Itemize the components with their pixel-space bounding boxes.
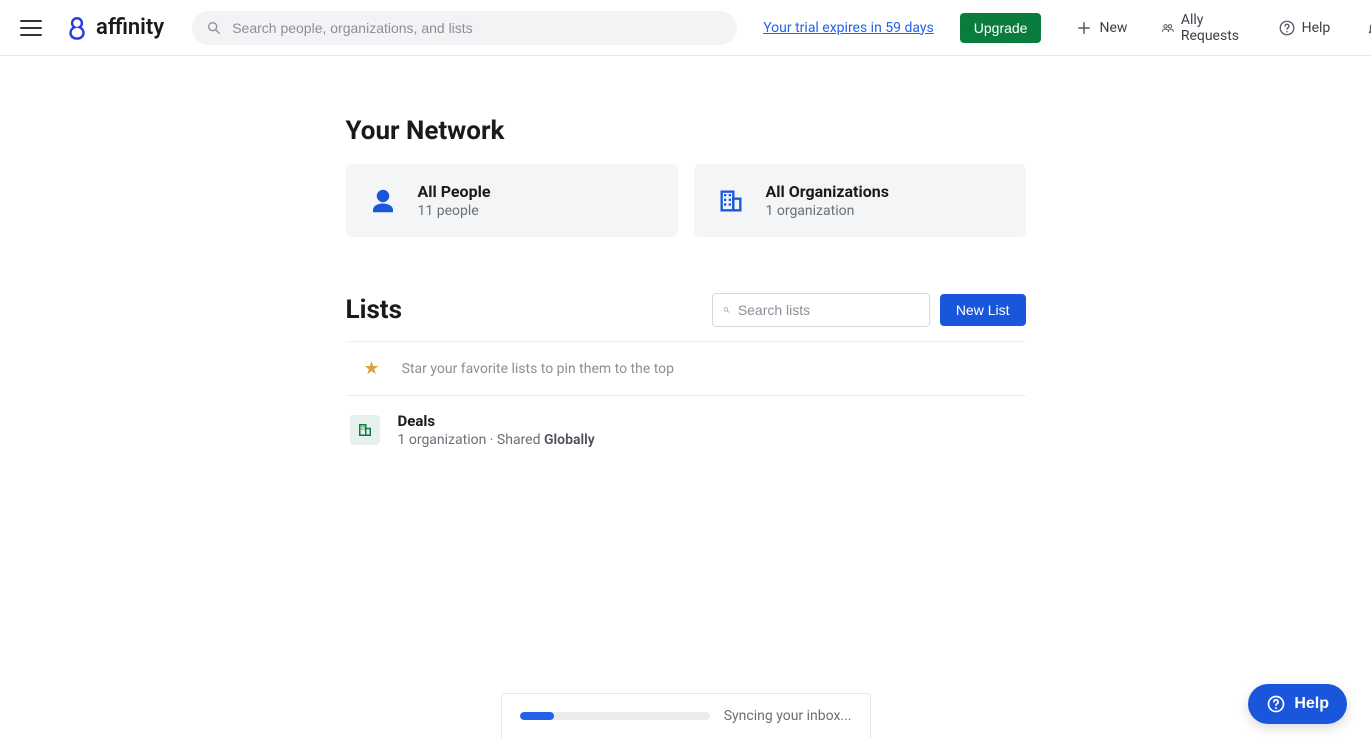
global-search-input[interactable]	[232, 20, 723, 36]
all-people-card[interactable]: All People 11 people	[346, 164, 678, 237]
notifications-button[interactable]	[1366, 19, 1371, 37]
building-icon	[714, 184, 748, 218]
sync-progress	[520, 712, 710, 720]
help-fab-label: Help	[1294, 695, 1329, 713]
brand-logo[interactable]: affinity	[64, 15, 164, 41]
star-icon: ★	[364, 358, 380, 379]
sync-status-text: Syncing your inbox...	[724, 708, 852, 724]
list-subtitle: 1 organization · Shared Globally	[398, 432, 595, 448]
plus-icon	[1075, 19, 1093, 37]
list-icon	[350, 415, 380, 445]
list-row-deals[interactable]: Deals 1 organization · Shared Globally	[346, 396, 1026, 464]
global-search[interactable]	[192, 11, 737, 45]
all-organizations-subtitle: 1 organization	[766, 203, 889, 219]
ally-requests-button[interactable]: Ally Requests	[1161, 12, 1243, 44]
bell-icon	[1366, 19, 1371, 37]
trial-notice[interactable]: Your trial expires in 59 days	[763, 20, 934, 36]
star-hint-text: Star your favorite lists to pin them to …	[402, 361, 674, 377]
all-people-title: All People	[418, 182, 491, 201]
list-title: Deals	[398, 412, 595, 430]
affinity-logo-icon	[64, 15, 90, 41]
ally-requests-label: Ally Requests	[1181, 12, 1244, 44]
lists-heading: Lists	[346, 295, 402, 325]
lists-header: Lists New List	[346, 293, 1026, 327]
search-lists[interactable]	[712, 293, 930, 327]
help-icon	[1278, 19, 1296, 37]
people-icon	[1161, 19, 1174, 37]
main-content: Your Network All People 11 people	[346, 116, 1026, 464]
all-people-subtitle: 11 people	[418, 203, 491, 219]
menu-icon[interactable]	[20, 16, 42, 40]
help-icon	[1266, 694, 1286, 714]
search-icon	[723, 302, 730, 318]
search-lists-input[interactable]	[738, 302, 919, 318]
new-list-button[interactable]: New List	[940, 294, 1026, 326]
help-button[interactable]: Help	[1278, 19, 1331, 37]
app-header: affinity Your trial expires in 59 days U…	[0, 0, 1371, 56]
network-heading: Your Network	[346, 116, 1026, 146]
brand-name: affinity	[96, 15, 164, 40]
help-label: Help	[1302, 20, 1331, 36]
network-cards-row: All People 11 people All Organizations	[346, 164, 1026, 237]
new-button[interactable]: New	[1075, 19, 1127, 37]
new-label: New	[1099, 20, 1127, 36]
star-hint-row: ★ Star your favorite lists to pin them t…	[346, 342, 1026, 396]
person-icon	[366, 184, 400, 218]
all-organizations-title: All Organizations	[766, 182, 889, 201]
sync-status-bar: Syncing your inbox...	[501, 693, 871, 738]
help-fab[interactable]: Help	[1248, 684, 1347, 724]
search-icon	[206, 20, 222, 36]
upgrade-button[interactable]: Upgrade	[960, 13, 1042, 43]
all-organizations-card[interactable]: All Organizations 1 organization	[694, 164, 1026, 237]
